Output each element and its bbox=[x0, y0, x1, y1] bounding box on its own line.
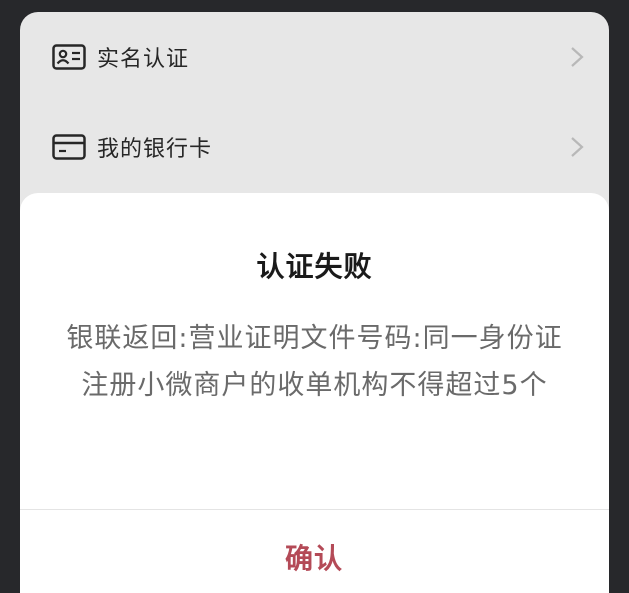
confirm-button[interactable]: 确认 bbox=[214, 529, 414, 589]
divider bbox=[20, 509, 609, 510]
dialog-message: 银联返回:营业证明文件号码:同一身份证注册小微商户的收单机构不得超过5个 bbox=[66, 323, 563, 401]
dialog-title: 认证失败 bbox=[256, 250, 373, 283]
alert-dialog: 认证失败 银联返回:营业证明文件号码:同一身份证注册小微商户的收单机构不得超过5… bbox=[20, 193, 609, 593]
screen: 实名认证 我的银行卡 认证失败 银联返回:营业证明文件号码:同一身份证注册小微商… bbox=[0, 0, 629, 593]
